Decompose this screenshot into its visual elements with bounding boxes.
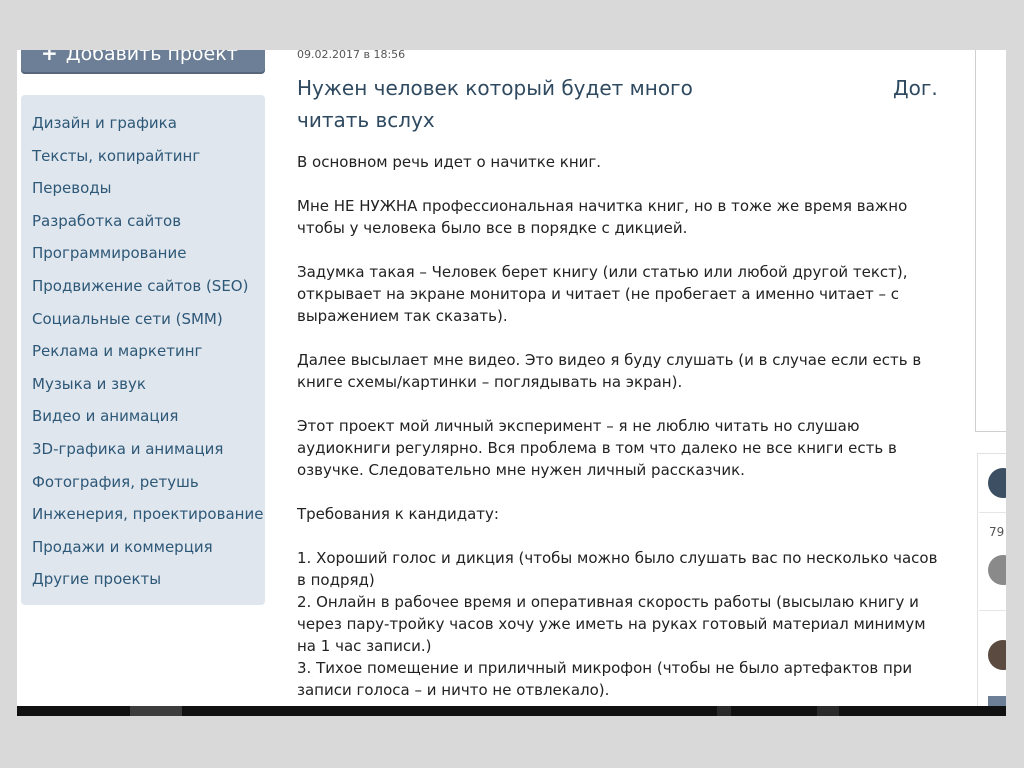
divider	[979, 512, 1006, 513]
category-item[interactable]: Фотография, ретушь	[21, 471, 265, 504]
category-item[interactable]: Разработка сайтов	[21, 210, 265, 243]
category-sidebar: Дизайн и графика Тексты, копирайтинг Пер…	[21, 95, 265, 605]
requirement-item: 1. Хороший голос и дикция (чтобы можно б…	[297, 549, 938, 589]
category-item[interactable]: Инженерия, проектирование	[21, 503, 265, 536]
project-date: 09.02.2017 в 18:56	[297, 50, 406, 61]
right-column-border	[975, 50, 976, 432]
button-fragment[interactable]	[988, 696, 1006, 706]
taskbar-item[interactable]	[130, 706, 182, 716]
category-item[interactable]: Другие проекты	[21, 568, 265, 601]
freelancer-count-fragment: 79	[989, 525, 1005, 539]
category-item[interactable]: Дизайн и графика	[21, 112, 265, 145]
add-project-button[interactable]: + Добавить проект	[21, 50, 265, 74]
category-item[interactable]: Видео и анимация	[21, 405, 265, 438]
add-project-label: Добавить проект	[65, 50, 238, 65]
right-column-border	[975, 431, 1006, 432]
description-paragraph: Мне НЕ НУЖНА профессиональная начитка кн…	[297, 197, 908, 237]
taskbar-item[interactable]	[717, 706, 731, 716]
project-budget: Дог.	[893, 76, 938, 100]
description-paragraph: Далее высылает мне видео. Это видео я бу…	[297, 351, 922, 391]
plus-icon: +	[41, 50, 58, 65]
divider	[979, 610, 1006, 611]
taskbar-item[interactable]	[817, 706, 839, 716]
category-item[interactable]: Социальные сети (SMM)	[21, 308, 265, 341]
requirement-item: 3. Тихое помещение и приличный микрофон …	[297, 659, 913, 699]
category-item[interactable]: Продвижение сайтов (SEO)	[21, 275, 265, 308]
description-paragraph: Задумка такая – Человек берет книгу (или…	[297, 263, 908, 325]
category-item[interactable]: 3D-графика и анимация	[21, 438, 265, 471]
category-item[interactable]: Продажи и коммерция	[21, 536, 265, 569]
category-item[interactable]: Музыка и звук	[21, 373, 265, 406]
description-paragraph: Требования к кандидату:	[297, 505, 499, 523]
category-item[interactable]: Тексты, копирайтинг	[21, 145, 265, 178]
description-paragraph: В основном речь идет о начитке книг.	[297, 153, 602, 171]
description-paragraph: Этот проект мой личный эксперимент – я н…	[297, 417, 897, 479]
project-title: Нужен человек который будет много читать…	[297, 76, 693, 132]
category-item[interactable]: Переводы	[21, 177, 265, 210]
taskbar	[17, 706, 1006, 716]
requirement-item: 2. Онлайн в рабочее время и оперативная …	[297, 593, 926, 655]
category-item[interactable]: Программирование	[21, 242, 265, 275]
browser-viewport: + Добавить проект Дизайн и графика Тексты…	[17, 50, 1006, 706]
category-item[interactable]: Реклама и маркетинг	[21, 340, 265, 373]
project-description: В основном речь идет о начитке книг. Мне…	[297, 151, 947, 701]
